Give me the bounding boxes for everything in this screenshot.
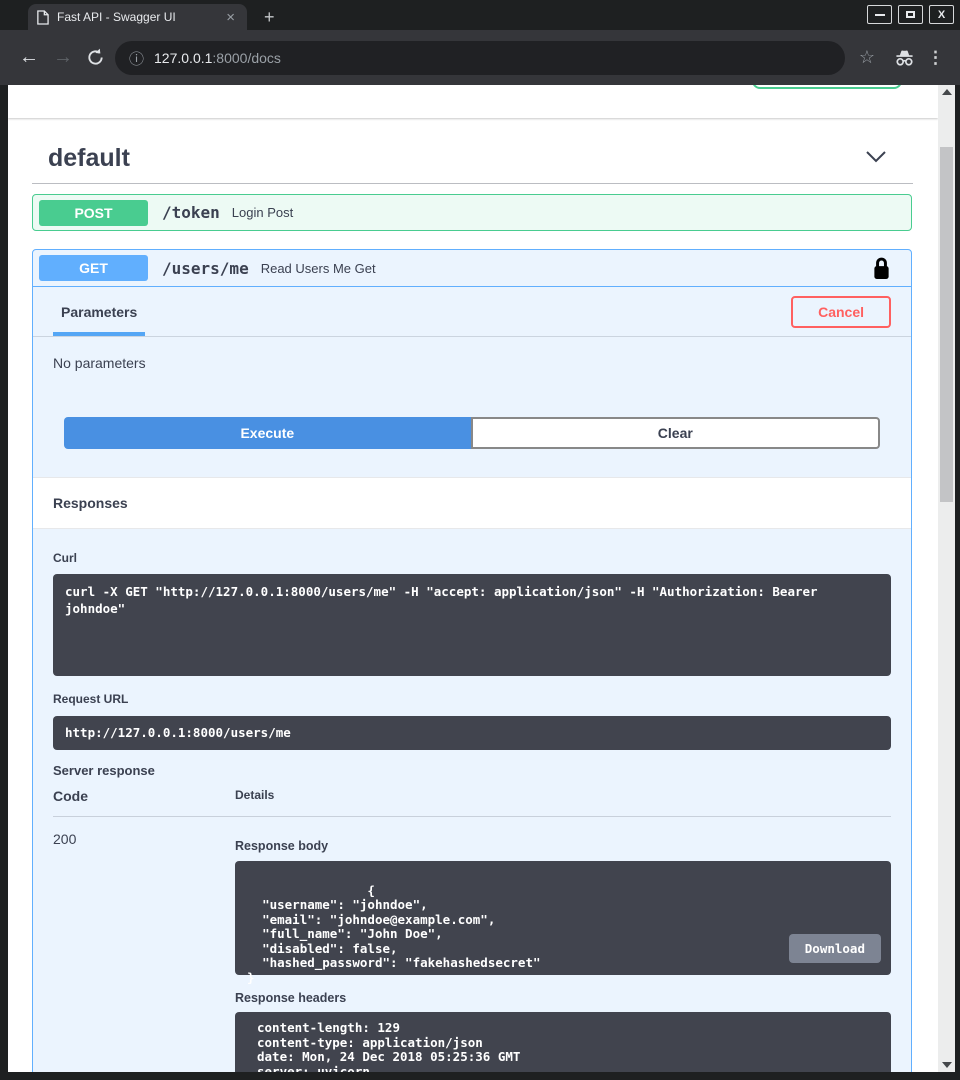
clear-button[interactable]: Clear bbox=[471, 417, 880, 449]
bookmark-star-icon[interactable]: ☆ bbox=[859, 30, 875, 85]
swagger-page: default POST /token Login Post GET /user… bbox=[8, 85, 938, 1072]
browser-titlebar: Fast API - Swagger UI × + X bbox=[0, 0, 960, 30]
endpoint-path: /token bbox=[162, 203, 220, 222]
window-controls: X bbox=[867, 5, 954, 24]
browser-tab[interactable]: Fast API - Swagger UI × bbox=[28, 4, 247, 30]
scroll-down-arrow-icon[interactable] bbox=[942, 1062, 952, 1068]
window-close-button[interactable]: X bbox=[929, 5, 954, 24]
response-headers-block: content-length: 129 content-type: applic… bbox=[235, 1012, 891, 1072]
response-body-block: { "username": "johndoe", "email": "johnd… bbox=[235, 861, 891, 975]
responses-body: Curl curl -X GET "http://127.0.0.1:8000/… bbox=[33, 529, 911, 1072]
execute-button[interactable]: Execute bbox=[64, 417, 471, 449]
incognito-icon bbox=[893, 30, 916, 85]
endpoint-post-token[interactable]: POST /token Login Post bbox=[32, 194, 912, 231]
code-column-header: Code bbox=[53, 788, 235, 804]
request-url-value: http://127.0.0.1:8000/users/me bbox=[53, 716, 891, 750]
maximize-icon bbox=[906, 11, 915, 18]
browser-window: Fast API - Swagger UI × + X ← → ⓘ 127.0.… bbox=[0, 0, 960, 1080]
cancel-button[interactable]: Cancel bbox=[791, 296, 891, 328]
details-column-header: Details bbox=[235, 788, 274, 804]
scroll-up-arrow-icon[interactable] bbox=[942, 89, 952, 95]
chevron-down-icon[interactable] bbox=[865, 150, 887, 168]
close-icon: X bbox=[938, 9, 945, 21]
lock-icon[interactable] bbox=[872, 256, 891, 281]
window-maximize-button[interactable] bbox=[898, 5, 923, 24]
site-info-icon[interactable]: ⓘ bbox=[129, 48, 144, 69]
browser-menu-icon[interactable]: ⋮ bbox=[927, 30, 944, 85]
endpoint-path: /users/me bbox=[162, 259, 249, 278]
url-bar[interactable]: ⓘ 127.0.0.1 :8000/docs bbox=[115, 41, 845, 75]
browser-toolbar: ← → ⓘ 127.0.0.1 :8000/docs ☆ ⋮ bbox=[0, 30, 960, 85]
server-response-label: Server response bbox=[53, 763, 891, 778]
method-badge-get: GET bbox=[39, 255, 148, 281]
endpoint-description: Read Users Me Get bbox=[261, 261, 376, 276]
no-parameters-text: No parameters bbox=[33, 337, 911, 399]
section-title: default bbox=[48, 144, 130, 173]
forward-icon: → bbox=[48, 30, 78, 85]
new-tab-button[interactable]: + bbox=[264, 4, 275, 30]
endpoint-description: Login Post bbox=[232, 205, 293, 220]
response-body-json: { "username": "johndoe", "email": "johnd… bbox=[247, 883, 541, 985]
tab-close-icon[interactable]: × bbox=[222, 10, 239, 25]
tab-title: Fast API - Swagger UI bbox=[57, 10, 222, 24]
execute-wrapper: Execute Clear bbox=[33, 399, 911, 449]
responses-header: Responses bbox=[33, 477, 911, 529]
window-minimize-button[interactable] bbox=[867, 5, 892, 24]
authorize-button[interactable] bbox=[752, 85, 902, 89]
url-path: :8000/docs bbox=[212, 50, 281, 66]
minimize-icon bbox=[875, 14, 885, 16]
status-code: 200 bbox=[53, 831, 235, 1072]
response-table-header: Code Details bbox=[53, 788, 891, 817]
download-button[interactable]: Download bbox=[789, 934, 881, 963]
response-row-200: 200 Response body { "username": "johndoe… bbox=[53, 831, 891, 1072]
response-body-label: Response body bbox=[235, 839, 891, 853]
response-details: Response body { "username": "johndoe", "… bbox=[235, 831, 891, 1072]
page-favicon-icon bbox=[36, 10, 49, 25]
page-content: default POST /token Login Post GET /user… bbox=[8, 85, 955, 1072]
scrollbar-thumb[interactable] bbox=[940, 147, 953, 502]
tag-section-default[interactable]: default bbox=[32, 144, 913, 184]
reload-icon[interactable] bbox=[80, 30, 110, 85]
page-scrollbar[interactable] bbox=[938, 85, 955, 1072]
endpoint-get-users-me: GET /users/me Read Users Me Get Paramete… bbox=[32, 249, 912, 1072]
tab-parameters[interactable]: Parameters bbox=[53, 304, 145, 336]
curl-command[interactable]: curl -X GET "http://127.0.0.1:8000/users… bbox=[53, 574, 891, 676]
back-icon[interactable]: ← bbox=[14, 30, 44, 85]
responses-title: Responses bbox=[53, 495, 128, 511]
request-url-label: Request URL bbox=[53, 692, 891, 706]
url-host: 127.0.0.1 bbox=[154, 50, 212, 66]
endpoint-summary[interactable]: GET /users/me Read Users Me Get bbox=[33, 250, 911, 287]
scheme-container bbox=[8, 85, 938, 118]
method-badge-post: POST bbox=[39, 200, 148, 226]
curl-label: Curl bbox=[53, 551, 891, 565]
operation-tabbar: Parameters Cancel bbox=[33, 287, 911, 337]
